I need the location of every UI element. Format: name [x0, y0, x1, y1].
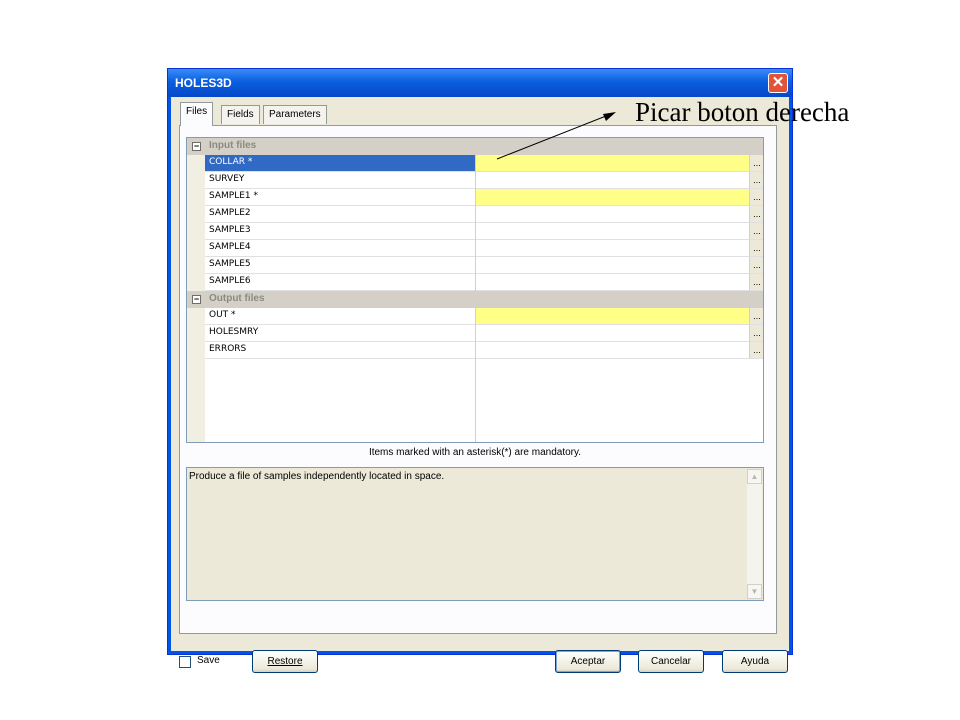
tab-files[interactable]: Files: [180, 102, 214, 126]
annotation-callout: Picar boton derecha: [635, 97, 850, 127]
